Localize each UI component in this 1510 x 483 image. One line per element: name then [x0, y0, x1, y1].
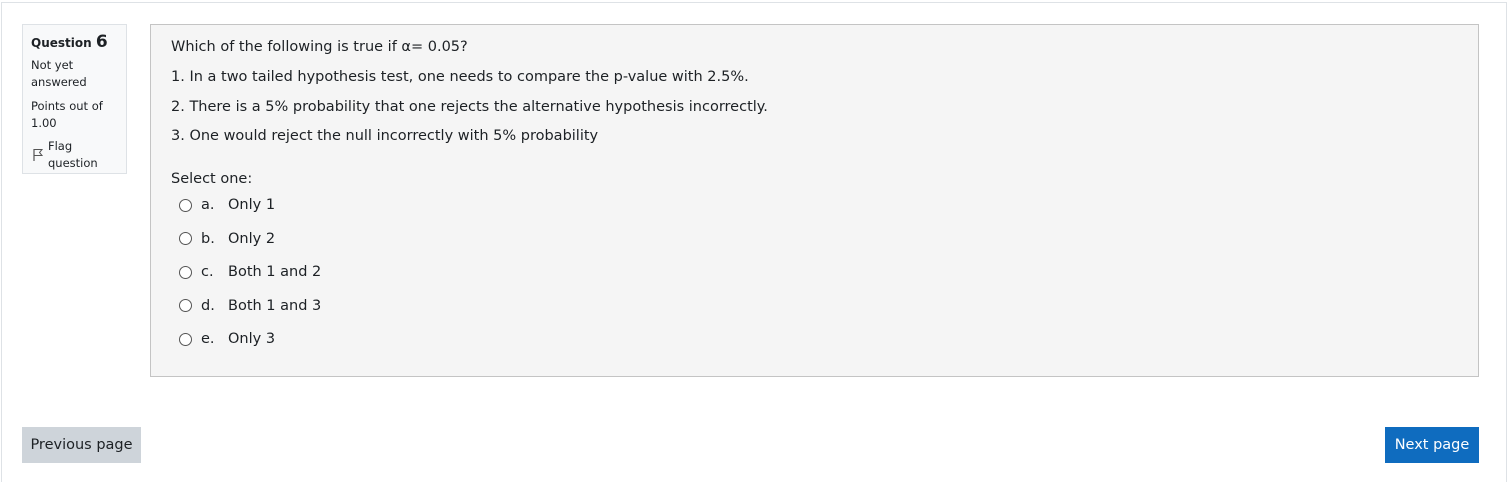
question-grade: Points out of 1.00 — [31, 99, 103, 130]
question-text: Which of the following is true if α= 0.0… — [171, 38, 1458, 145]
option-letter: b. — [201, 230, 215, 247]
previous-page-button[interactable]: Previous page — [22, 427, 141, 463]
flag-icon — [32, 148, 44, 162]
option-letter: d. — [201, 297, 215, 314]
flag-question-button[interactable]: Flag question — [31, 138, 118, 172]
option-label: Both 1 and 2 — [228, 264, 322, 280]
radio-button[interactable] — [179, 265, 192, 279]
question-state: Not yet answered — [31, 58, 87, 89]
select-prompt: Select one: — [171, 171, 253, 187]
statement-1: 1. In a two tailed hypothesis test, one … — [171, 69, 749, 85]
question-number-value: 6 — [95, 32, 108, 52]
answer-options: a. Only 1 b. Only 2 c. Both 1 and 2 d. B… — [179, 195, 1458, 349]
radio-button[interactable] — [179, 332, 192, 346]
statement-2: 2. There is a 5% probability that one re… — [171, 98, 768, 115]
option-label: Only 2 — [228, 230, 276, 247]
radio-button[interactable] — [179, 299, 192, 312]
option-b[interactable]: b. Only 2 — [179, 229, 1458, 249]
statement-3: 3. One would reject the null incorrectly… — [171, 128, 599, 144]
next-page-button[interactable]: Next page — [1385, 427, 1479, 463]
option-letter: a. — [201, 197, 215, 213]
option-letter: c. — [201, 264, 214, 280]
option-letter: e. — [201, 331, 215, 347]
option-label: Only 1 — [228, 197, 276, 213]
radio-button[interactable] — [179, 198, 192, 212]
question-info-panel: Question 6 Not yet answered Points out o… — [22, 24, 127, 174]
option-c[interactable]: c. Both 1 and 2 — [179, 262, 1458, 282]
option-label: Both 1 and 3 — [228, 297, 322, 314]
question-content: Which of the following is true if α= 0.0… — [150, 24, 1479, 377]
question-number: Question 6 — [31, 34, 118, 52]
option-label: Only 3 — [228, 331, 276, 347]
option-d[interactable]: d. Both 1 and 3 — [179, 296, 1458, 316]
flag-question-label: Flag question — [48, 139, 98, 170]
question-label: Question — [31, 36, 92, 50]
option-e[interactable]: e. Only 3 — [179, 329, 1458, 349]
radio-button[interactable] — [179, 232, 192, 245]
option-a[interactable]: a. Only 1 — [179, 195, 1458, 215]
question-stem: Which of the following is true if α= 0.0… — [171, 39, 468, 55]
